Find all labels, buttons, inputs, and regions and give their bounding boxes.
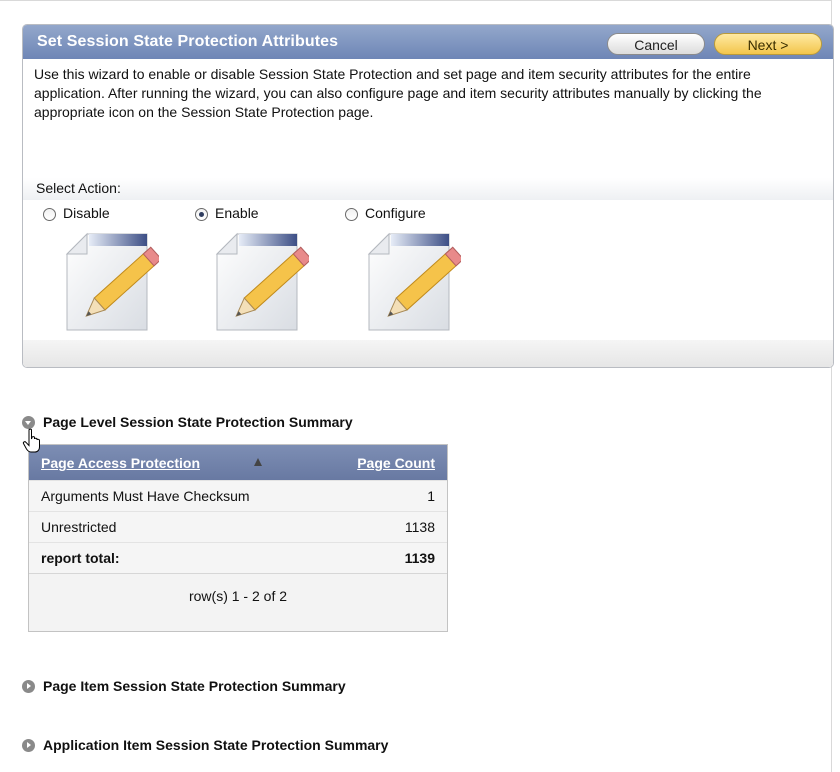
application-item-summary-title: Application Item Session State Protectio… <box>43 737 389 753</box>
next-button[interactable]: Next > <box>714 33 822 55</box>
wizard-region: Set Session State Protection Attributes … <box>22 24 834 368</box>
application-item-summary-toggle[interactable]: Application Item Session State Protectio… <box>22 737 388 753</box>
table-row: Unrestricted 1138 <box>29 511 447 542</box>
enable-radio[interactable] <box>195 208 208 221</box>
page-level-summary-title: Page Level Session State Protection Summ… <box>43 414 353 430</box>
frame-top-border <box>0 0 831 1</box>
report-header: Page Access Protection Page Count <box>29 445 447 480</box>
configure-radio[interactable] <box>345 208 358 221</box>
edit-document-icon[interactable] <box>363 230 461 334</box>
wizard-footer <box>23 340 833 367</box>
column-page-access-protection[interactable]: Page Access Protection <box>41 455 200 471</box>
page-item-summary-title: Page Item Session State Protection Summa… <box>43 678 346 694</box>
wizard-intro-text: Use this wizard to enable or disable Ses… <box>34 66 762 120</box>
report-total-row: report total: 1139 <box>29 542 447 573</box>
edit-document-icon[interactable] <box>61 230 159 334</box>
disable-label: Disable <box>63 205 110 221</box>
page-level-summary-toggle[interactable]: Page Level Session State Protection Summ… <box>22 414 353 430</box>
row-count: 1 <box>427 488 435 504</box>
sort-ascending-icon <box>254 458 262 466</box>
pagination-text: row(s) 1 - 2 of 2 <box>188 588 288 604</box>
wizard-body: Use this wizard to enable or disable Ses… <box>23 59 833 367</box>
column-page-count[interactable]: Page Count <box>357 455 435 471</box>
row-count: 1138 <box>404 519 435 535</box>
table-row: Arguments Must Have Checksum 1 <box>29 480 447 511</box>
report-total-label: report total: <box>41 550 120 566</box>
enable-label: Enable <box>215 205 259 221</box>
hand-cursor-icon <box>22 428 40 453</box>
wizard-title: Set Session State Protection Attributes <box>37 33 339 50</box>
select-action-bar: Select Action: <box>23 178 833 200</box>
disable-radio[interactable] <box>43 208 56 221</box>
wizard-header: Set Session State Protection Attributes … <box>23 25 833 59</box>
page-item-summary-toggle[interactable]: Page Item Session State Protection Summa… <box>22 678 346 694</box>
expand-arrow-icon[interactable] <box>22 679 35 693</box>
cancel-button[interactable]: Cancel <box>607 33 705 55</box>
row-protection: Arguments Must Have Checksum <box>41 488 250 504</box>
page-level-report: Page Access Protection Page Count Argume… <box>28 444 448 632</box>
expand-arrow-icon[interactable] <box>22 738 35 752</box>
report-total-value: 1139 <box>404 550 435 566</box>
pagination: row(s) 1 - 2 of 2 <box>29 573 447 631</box>
collapse-arrow-icon[interactable] <box>22 415 35 429</box>
row-protection: Unrestricted <box>41 519 117 535</box>
configure-label: Configure <box>365 205 426 221</box>
edit-document-icon[interactable] <box>211 230 309 334</box>
select-action-label: Select Action: <box>36 180 121 196</box>
